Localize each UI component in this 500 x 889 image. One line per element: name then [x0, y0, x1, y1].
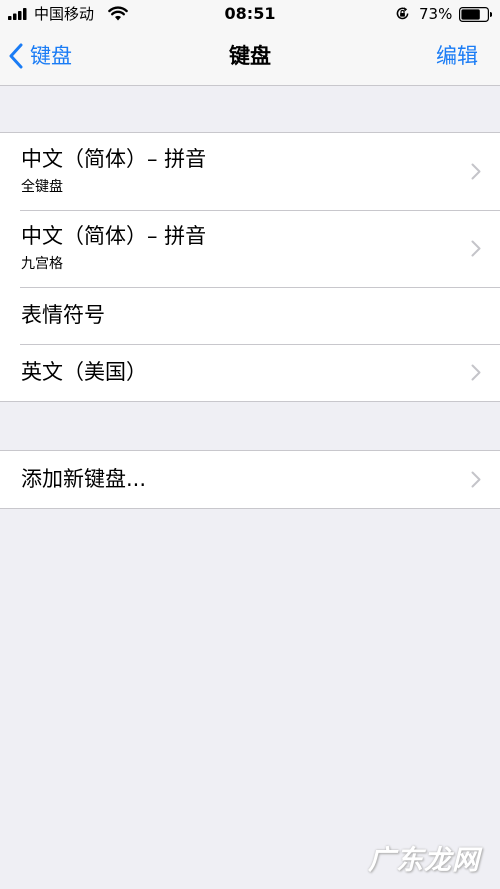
status-bar: 中国移动 08:51 73% [0, 0, 500, 30]
back-button-label: 键盘 [30, 44, 72, 68]
carrier-name: 中国移动 [34, 5, 95, 23]
keyboard-item-title: 中文（简体）– 拼音 [21, 224, 207, 248]
back-button[interactable]: 键盘 [8, 39, 72, 73]
keyboard-item-pinyin-9key[interactable]: 中文（简体）– 拼音 九宫格 [0, 210, 500, 287]
keyboard-item-emoji[interactable]: 表情符号 [0, 287, 500, 344]
navigation-bar: 键盘 键盘 编辑 [0, 30, 500, 86]
keyboard-item-english-us[interactable]: 英文（美国） [0, 344, 500, 401]
cellular-signal-icon [8, 8, 27, 20]
chevron-left-icon [9, 43, 23, 69]
keyboard-item-title: 中文（简体）– 拼音 [21, 147, 207, 171]
battery-level-fill [461, 9, 480, 20]
watermark-text: 广东龙网 [368, 845, 480, 876]
chevron-right-icon [471, 240, 481, 257]
orientation-lock-icon [396, 7, 409, 20]
watermark-logo: 广东龙网 [358, 838, 488, 882]
keyboard-item-title: 表情符号 [21, 303, 105, 327]
battery-icon [459, 7, 492, 22]
keyboard-item-subtitle: 全键盘 [21, 179, 63, 195]
keyboard-item-subtitle: 九宫格 [21, 256, 63, 272]
add-keyboard-group: 添加新键盘... [0, 450, 500, 509]
add-keyboard-button[interactable]: 添加新键盘... [0, 451, 500, 508]
edit-button[interactable]: 编辑 [436, 42, 478, 70]
chevron-right-icon [471, 364, 481, 381]
page-title: 键盘 [229, 44, 271, 68]
battery-percentage: 73% [419, 5, 453, 23]
wifi-icon [108, 6, 128, 21]
keyboard-item-title: 英文（美国） [21, 360, 147, 384]
chevron-right-icon [471, 163, 481, 180]
add-keyboard-label: 添加新键盘... [21, 467, 147, 491]
chevron-right-icon [471, 471, 481, 488]
keyboard-list: 中文（简体）– 拼音 全键盘 中文（简体）– 拼音 九宫格 表情符号 英文（美国… [0, 132, 500, 402]
keyboard-item-pinyin-full[interactable]: 中文（简体）– 拼音 全键盘 [0, 133, 500, 210]
